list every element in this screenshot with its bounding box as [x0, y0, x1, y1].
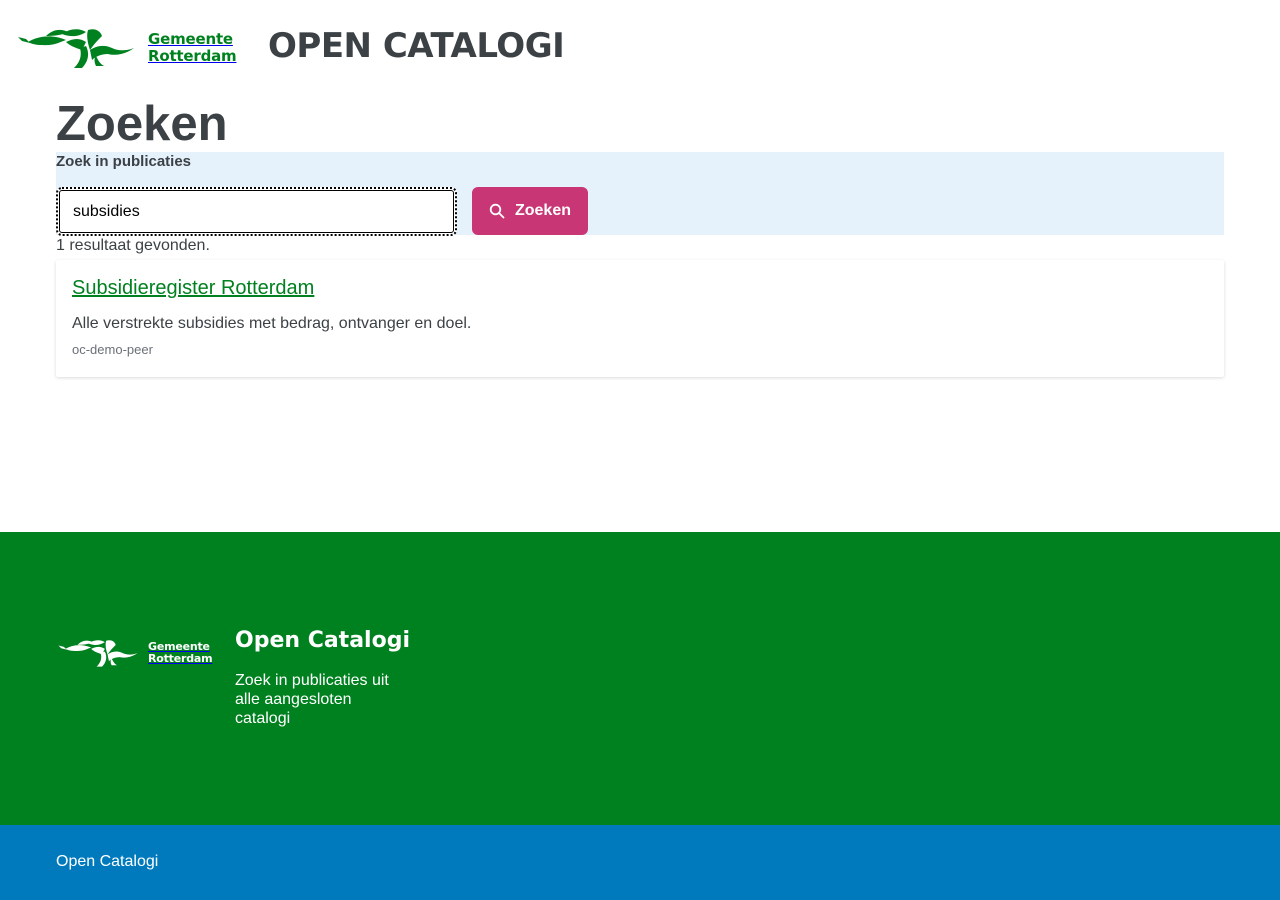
result-title-link[interactable]: Subsidieregister Rotterdam — [72, 276, 314, 300]
footer-bottom-bar: Open Catalogi — [0, 825, 1280, 900]
search-label: Zoek in publicaties — [56, 153, 192, 170]
rotterdam-lion-logo-icon — [18, 29, 134, 68]
search-input[interactable] — [56, 187, 457, 236]
site-header: Gemeente Rotterdam OPEN CATALOGI — [0, 0, 1280, 95]
result-catalog: oc-demo-peer — [72, 342, 153, 357]
site-title: OPEN CATALOGI — [268, 26, 565, 66]
footer-logo[interactable]: Gemeente Rotterdam — [56, 638, 213, 668]
footer-logo-line-rotterdam: Rotterdam — [148, 652, 213, 665]
footer-main: Gemeente Rotterdam Open Catalogi Zoek in… — [0, 532, 1280, 825]
search-icon — [489, 203, 505, 219]
result-description: Alle verstrekte subsidies met bedrag, on… — [72, 315, 472, 332]
search-form: Zoek in publicaties Zoeken — [56, 152, 1224, 236]
footer-title: Open Catalogi — [235, 628, 410, 653]
footer-logo-text: Gemeente Rotterdam — [148, 641, 213, 665]
logo-line-gemeente: Gemeente — [148, 30, 233, 48]
result-card: Subsidieregister Rotterdam Alle verstrek… — [56, 260, 1224, 377]
rotterdam-lion-logo-icon — [58, 640, 138, 667]
main-content: Zoeken Zoek in publicaties Zoeken 1 resu… — [56, 96, 1224, 377]
logo-line-rotterdam: Rotterdam — [148, 47, 237, 65]
header-logo-text: Gemeente Rotterdam — [148, 30, 237, 65]
footer-bottom-text: Open Catalogi — [56, 853, 159, 870]
search-button[interactable]: Zoeken — [472, 187, 588, 235]
page-title: Zoeken — [56, 97, 228, 151]
header-logo[interactable]: Gemeente Rotterdam — [16, 26, 237, 70]
result-count: 1 resultaat gevonden. — [56, 237, 210, 254]
footer-description: Zoek in publicaties uit alle aangesloten… — [235, 672, 389, 727]
search-button-label: Zoeken — [514, 202, 571, 219]
